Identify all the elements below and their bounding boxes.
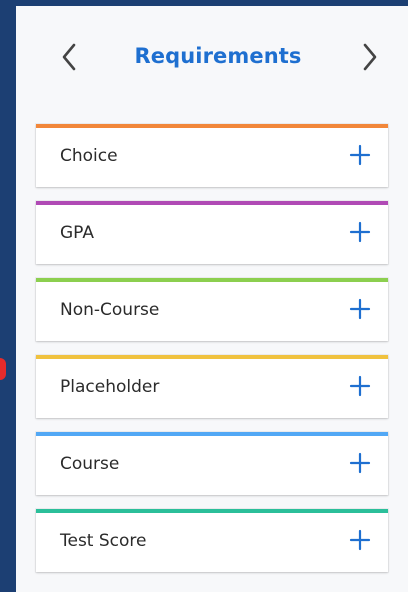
accent-bar [36,432,388,436]
accent-bar [36,355,388,359]
add-test-score-button[interactable] [346,526,374,554]
add-gpa-button[interactable] [346,218,374,246]
add-non-course-button[interactable] [346,295,374,323]
requirements-panel: Requirements Choice GPA Non-Course Place… [16,6,408,592]
plus-icon [349,529,371,551]
chevron-left-icon [62,43,76,71]
requirement-label: Placeholder [60,377,160,397]
accent-bar [36,124,388,128]
plus-icon [349,375,371,397]
requirement-test-score[interactable]: Test Score [36,509,388,572]
requirement-label: Non-Course [60,300,160,320]
add-course-button[interactable] [346,449,374,477]
accent-bar [36,278,388,282]
plus-icon [349,221,371,243]
requirement-placeholder[interactable]: Placeholder [36,355,388,418]
page-title: Requirements [134,44,302,68]
accent-bar [36,201,388,205]
plus-icon [349,452,371,474]
requirement-course[interactable]: Course [36,432,388,495]
requirements-list: Choice GPA Non-Course Placeholder Course… [36,124,388,586]
requirement-label: Course [60,454,120,474]
plus-icon [349,298,371,320]
requirement-label: Test Score [60,531,147,551]
add-choice-button[interactable] [346,141,374,169]
previous-button[interactable] [52,38,86,76]
requirement-non-course[interactable]: Non-Course [36,278,388,341]
red-marker [0,358,6,380]
panel-header: Requirements [16,6,408,106]
plus-icon [349,144,371,166]
requirement-choice[interactable]: Choice [36,124,388,187]
add-placeholder-button[interactable] [346,372,374,400]
requirement-label: GPA [60,223,94,243]
requirement-label: Choice [60,146,118,166]
next-button[interactable] [353,38,387,76]
app-stage: Requirements Choice GPA Non-Course Place… [0,0,408,592]
accent-bar [36,509,388,513]
chevron-right-icon [363,43,377,71]
requirement-gpa[interactable]: GPA [36,201,388,264]
